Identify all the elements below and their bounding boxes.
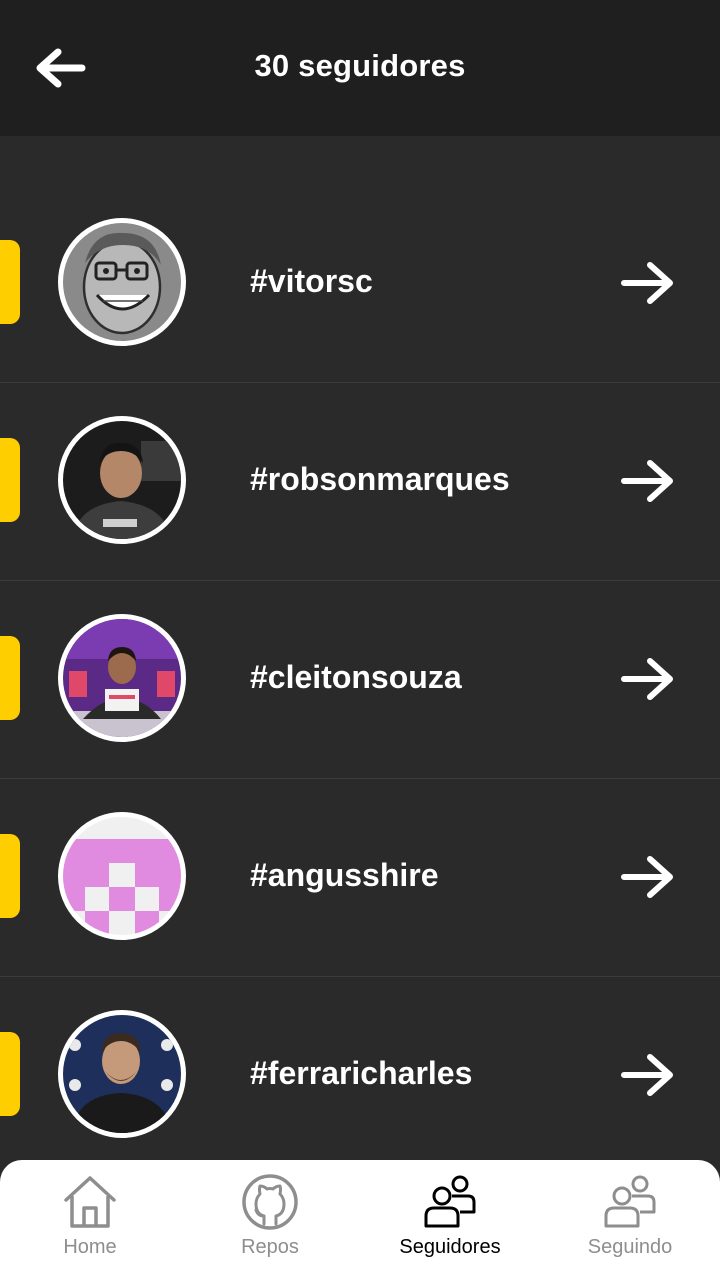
photo-avatar <box>58 614 186 742</box>
tab-label: Repos <box>241 1236 299 1258</box>
page-title: 30 seguidores <box>254 48 466 83</box>
arrow-right-icon[interactable] <box>618 259 678 307</box>
arrow-right-icon[interactable] <box>618 1051 678 1099</box>
row-accent <box>0 834 20 918</box>
tab-label: Seguidores <box>399 1236 501 1258</box>
follower-username: #vitorsc <box>250 263 373 299</box>
tab-label: Home <box>63 1236 117 1258</box>
tab-repos[interactable]: Repos <box>180 1160 360 1280</box>
tab-seguidores[interactable]: Seguidores <box>360 1160 540 1280</box>
follower-username: #angusshire <box>250 857 439 893</box>
follower-row[interactable]: #ferraricharles <box>0 977 720 1174</box>
tab-home[interactable]: Home <box>0 1160 180 1280</box>
follower-row[interactable]: #cleitonsouza <box>0 581 720 779</box>
users-icon <box>424 1175 476 1228</box>
row-accent <box>0 240 20 324</box>
tab-seguindo[interactable]: Seguindo <box>540 1160 720 1280</box>
followers-list: #vitorsc #robsonmarques #cleitonsouza #a… <box>0 185 720 1174</box>
followers-screen: 30 seguidores #vitorsc #robsonmarques #c… <box>0 0 720 1280</box>
home-icon <box>64 1176 116 1228</box>
photo-avatar <box>58 416 186 544</box>
row-accent <box>0 636 20 720</box>
arrow-right-icon[interactable] <box>618 457 678 505</box>
caricature-avatar <box>58 218 186 346</box>
follower-username: #robsonmarques <box>250 461 510 497</box>
tab-label: Seguindo <box>587 1236 673 1258</box>
follower-row[interactable]: #angusshire <box>0 779 720 977</box>
follower-row[interactable]: #vitorsc <box>0 185 720 383</box>
identicon-avatar <box>58 812 186 940</box>
users-icon <box>604 1175 656 1228</box>
arrow-right-icon[interactable] <box>618 655 678 703</box>
follower-username: #ferraricharles <box>250 1055 473 1091</box>
row-accent <box>0 1032 20 1116</box>
photo-avatar <box>58 1010 186 1138</box>
follower-row[interactable]: #robsonmarques <box>0 383 720 581</box>
header: 30 seguidores <box>0 0 720 136</box>
github-icon <box>242 1174 298 1230</box>
bottom-tab-bar: Home Repos Seguidores Seguindo <box>0 1160 720 1280</box>
follower-username: #cleitonsouza <box>250 659 462 695</box>
row-accent <box>0 438 20 522</box>
arrow-right-icon[interactable] <box>618 853 678 901</box>
